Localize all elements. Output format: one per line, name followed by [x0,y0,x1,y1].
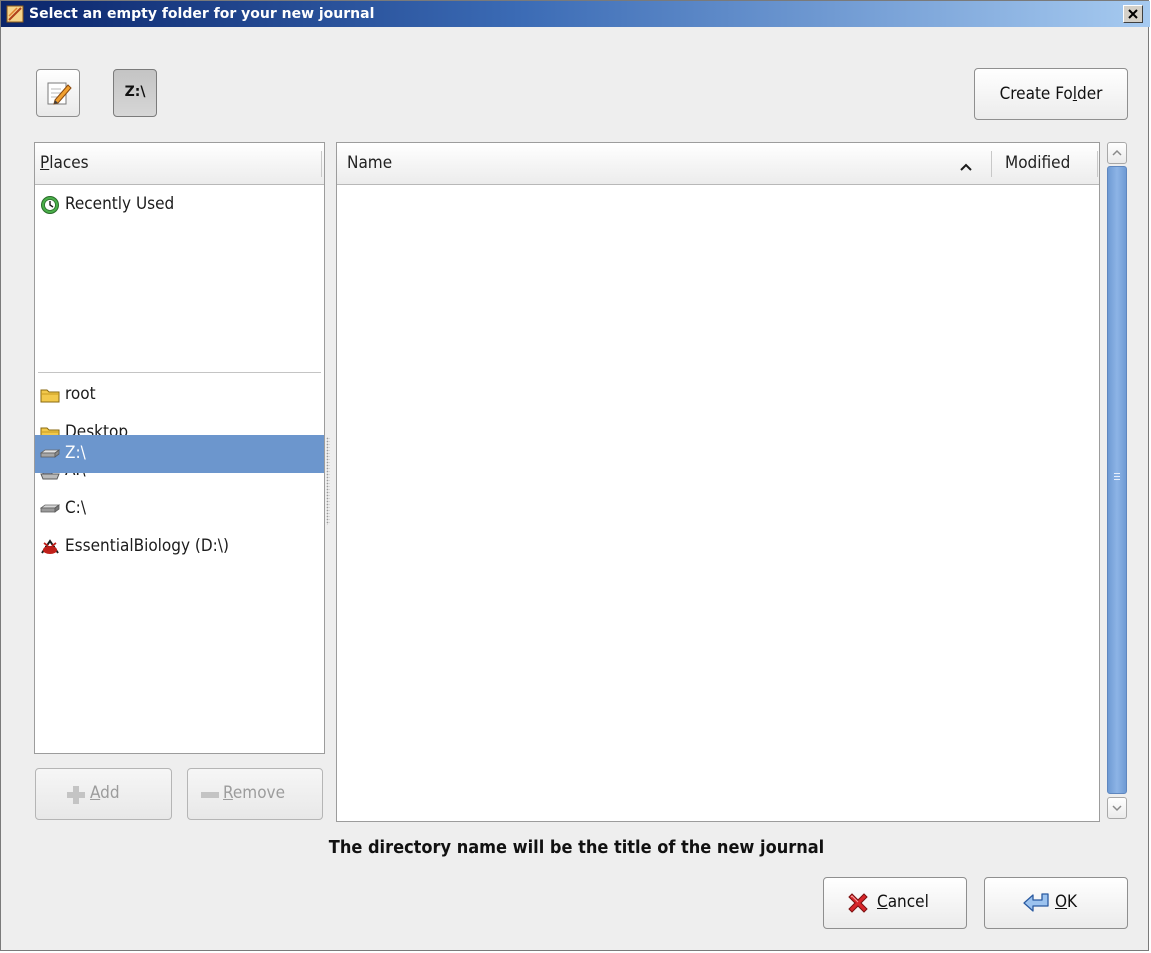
place-item-label: Z:\ [65,443,86,463]
path-bar-button[interactable]: Z:\ [113,69,157,117]
create-folder-button[interactable]: Create Folder [974,68,1128,120]
place-item-recently-used[interactable]: Recently Used [35,186,324,224]
add-icon [66,785,86,810]
scroll-up-button[interactable] [1107,142,1127,164]
file-list-header: Name Modified [337,143,1099,185]
hard-drive-icon [39,499,61,519]
place-item-label: Recently Used [65,194,175,214]
remove-button-label: Remove [223,783,286,803]
place-item-c-drive[interactable]: C:\ [35,490,324,528]
place-item-z-drive[interactable]: Z:\ [35,435,324,473]
cdrom-drive-icon [40,537,60,557]
column-separator [991,151,992,177]
ok-button[interactable]: OK [984,877,1128,929]
journal-app-icon [6,5,24,23]
close-window-button[interactable] [1123,5,1143,23]
add-button-label: Add [90,783,120,803]
hint-message: The directory name will be the title of … [328,837,825,858]
grip-line [1114,479,1120,480]
add-bookmark-button[interactable]: Add [35,768,172,820]
remove-icon [200,785,220,810]
ok-button-label: OK [1055,892,1078,912]
place-item-label: EssentialBiology (D:\) [65,536,229,556]
window-title: Select an empty folder for your new jour… [29,6,375,22]
remove-bookmark-button[interactable]: Remove [187,768,323,820]
column-separator [1097,151,1098,177]
name-column-header[interactable]: Name [347,153,392,173]
file-list-pane[interactable]: Name Modified [336,142,1100,822]
create-folder-label-end: der [1077,84,1103,104]
scroll-thumb[interactable] [1107,166,1127,794]
file-chooser-dialog: Select an empty folder for your new jour… [0,0,1150,951]
places-divider [38,372,321,373]
cancel-icon [846,891,870,920]
enter-arrow-icon [1022,891,1052,920]
close-icon [1128,9,1138,19]
chevron-down-icon [1112,805,1122,812]
path-bar-label: Z:\ [124,84,146,100]
places-column-header[interactable]: Places [35,143,324,185]
grip-line [1114,476,1120,477]
sort-ascending-icon [959,157,973,176]
grip-line [1114,473,1120,474]
place-item-root[interactable]: root [35,376,324,414]
modified-column-header[interactable]: Modified [1005,153,1070,173]
place-item-label: C:\ [65,498,86,518]
recently-used-icon [40,195,60,215]
cancel-button-label: Cancel [877,892,929,912]
cancel-button[interactable]: Cancel [823,877,967,929]
chevron-up-icon [1112,149,1122,156]
scroll-down-button[interactable] [1107,797,1127,819]
pane-resize-handle[interactable] [326,437,330,525]
create-folder-label-start: Create Fo [999,84,1073,104]
place-item-label: root [65,384,96,404]
column-separator [321,151,322,177]
places-header-label: Places [40,153,89,173]
folder-icon [40,385,60,405]
hard-drive-icon [39,444,61,464]
place-item-d-drive[interactable]: EssentialBiology (D:\) [35,528,324,566]
title-bar[interactable]: Select an empty folder for your new jour… [1,1,1150,27]
type-location-button[interactable] [36,69,80,117]
edit-pencil-icon [47,82,72,105]
file-list-scrollbar[interactable] [1102,142,1130,822]
